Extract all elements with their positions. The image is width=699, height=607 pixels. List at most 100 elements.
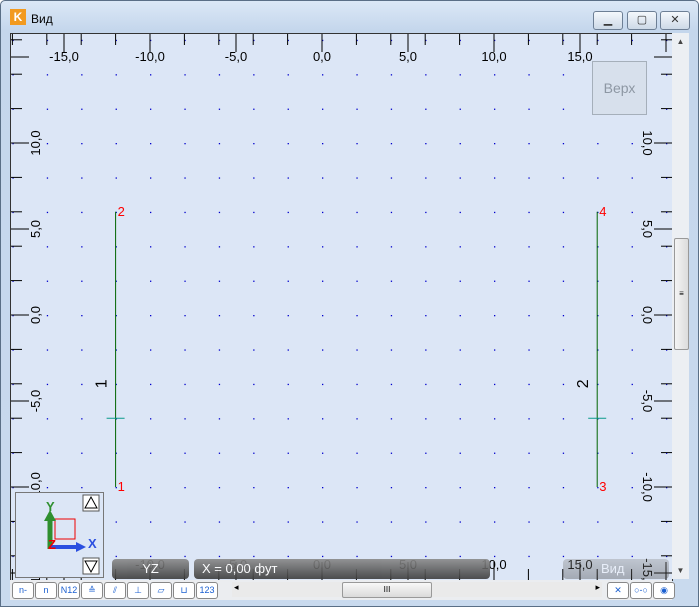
grid-dot bbox=[494, 315, 496, 317]
toolbar-button-1[interactable]: n bbox=[35, 582, 57, 599]
toolbar-button-2[interactable]: N12 bbox=[58, 582, 80, 599]
grid-dot bbox=[459, 521, 461, 523]
top-ruler-label: 15,0 bbox=[567, 49, 592, 64]
grid-dot bbox=[425, 143, 427, 145]
grid-dot bbox=[459, 211, 461, 214]
grid-dot bbox=[459, 280, 461, 282]
grid-dot bbox=[46, 177, 49, 179]
view-toggle-button-1[interactable]: ○-○ bbox=[630, 582, 652, 599]
grid-dot bbox=[46, 383, 49, 386]
grid-dot bbox=[356, 452, 358, 454]
top-ruler-label: 5,0 bbox=[399, 49, 417, 64]
grid-dot bbox=[287, 383, 289, 386]
minimize-button[interactable]: ▁ bbox=[593, 11, 623, 30]
grid-dot bbox=[253, 452, 255, 454]
grid-dot bbox=[597, 143, 599, 145]
grid-dot bbox=[390, 452, 393, 454]
grid-dot bbox=[528, 315, 530, 317]
grid-dot bbox=[322, 487, 324, 489]
vertical-scroll-thumb[interactable]: ≡ bbox=[674, 238, 689, 350]
grid-dot bbox=[528, 418, 530, 420]
rotate-up-button[interactable] bbox=[82, 494, 100, 512]
grid-dot bbox=[494, 177, 496, 179]
grid-dot bbox=[494, 211, 496, 214]
grid-dot bbox=[287, 418, 289, 420]
scroll-left-icon[interactable]: ◂ bbox=[234, 582, 239, 593]
toolbar-button-8[interactable]: 123 bbox=[196, 582, 218, 599]
scroll-down-icon[interactable]: ▼ bbox=[672, 566, 689, 575]
view-toggle-button-2[interactable]: ◉ bbox=[653, 582, 675, 599]
grid-dot bbox=[562, 246, 565, 248]
app-logo-icon: K bbox=[10, 9, 26, 25]
grid-dot bbox=[287, 177, 289, 179]
grid-dot bbox=[390, 246, 393, 248]
grid-dot bbox=[253, 383, 255, 386]
grid-dot bbox=[494, 74, 496, 76]
top-ruler-label: -5,0 bbox=[225, 49, 247, 64]
grid-dot bbox=[184, 177, 186, 179]
grid-dot bbox=[218, 418, 221, 420]
horizontal-scrollbar[interactable]: ◂ III ▸ bbox=[232, 582, 602, 598]
grid-dot bbox=[459, 177, 461, 179]
grid-dot bbox=[322, 315, 324, 317]
grid-dot bbox=[46, 487, 49, 489]
grid-dot bbox=[218, 280, 221, 282]
grid-dot bbox=[253, 349, 255, 351]
bottom-toolbar: n-n N12 ≙ ⫽ ⊥ ▱ ⊔ 123 ◂ III ▸ ✕ ○-○ ◉ bbox=[10, 580, 675, 600]
grid-dot bbox=[425, 74, 427, 76]
grid-dot bbox=[115, 143, 117, 145]
grid-dot bbox=[528, 211, 530, 214]
grid-dot bbox=[115, 555, 117, 558]
member-label: 1 bbox=[94, 379, 111, 388]
grid-dot bbox=[287, 143, 289, 145]
horizontal-scroll-thumb[interactable]: III bbox=[342, 582, 432, 598]
grid-dot bbox=[218, 315, 221, 317]
toolbar-button-3[interactable]: ≙ bbox=[81, 582, 103, 599]
drawing-canvas[interactable]: -15,0-15,0-10,0-10,0-5,0-5,00,00,05,05,0… bbox=[10, 33, 673, 581]
grid-dot bbox=[46, 418, 49, 420]
toolbar-button-5[interactable]: ⊥ bbox=[127, 582, 149, 599]
close-button[interactable]: ✕ bbox=[660, 11, 690, 30]
grid-dot bbox=[562, 521, 565, 523]
grid-dot bbox=[425, 349, 427, 351]
vertical-scrollbar[interactable]: ▲ ≡ ▼ bbox=[672, 33, 689, 579]
maximize-button[interactable]: ▢ bbox=[627, 11, 657, 30]
grid-dot bbox=[390, 108, 393, 110]
scroll-right-icon[interactable]: ▸ bbox=[595, 582, 600, 593]
scroll-up-icon[interactable]: ▲ bbox=[672, 37, 689, 46]
grid-dot bbox=[528, 74, 530, 76]
grid-dot bbox=[253, 143, 255, 145]
top-ruler-label: -15,0 bbox=[49, 49, 79, 64]
toolbar-button-4[interactable]: ⫽ bbox=[104, 582, 126, 599]
node-label: 1 bbox=[118, 479, 125, 494]
grid-dot bbox=[287, 452, 289, 454]
grid-dot bbox=[562, 487, 565, 489]
grid-dot bbox=[218, 74, 221, 76]
grid-dot bbox=[356, 418, 358, 420]
grid-dot bbox=[322, 211, 324, 214]
grid-dot bbox=[184, 315, 186, 317]
view-toggle-button-0[interactable]: ✕ bbox=[607, 582, 629, 599]
toolbar-button-7[interactable]: ⊔ bbox=[173, 582, 195, 599]
plane-label: YZ bbox=[112, 559, 189, 579]
toolbar-button-0[interactable]: n- bbox=[12, 582, 34, 599]
grid-dot bbox=[356, 74, 358, 76]
axis-gizmo: Y X Z bbox=[15, 492, 104, 578]
grid-dot bbox=[150, 383, 152, 386]
grid-dot bbox=[459, 555, 461, 558]
grid-dot bbox=[631, 280, 633, 282]
grid-dot bbox=[631, 246, 633, 248]
grid-dot bbox=[390, 280, 393, 282]
grid-dot bbox=[115, 177, 117, 179]
toolbar-button-6[interactable]: ▱ bbox=[150, 582, 172, 599]
grid-dot bbox=[184, 280, 186, 282]
grid-dot bbox=[597, 555, 599, 558]
grid-dot bbox=[184, 487, 186, 489]
grid-dot bbox=[459, 74, 461, 76]
rotate-down-button[interactable] bbox=[82, 557, 100, 575]
grid-dot bbox=[150, 143, 152, 145]
grid-dot bbox=[597, 521, 599, 523]
grid-dot bbox=[81, 315, 83, 317]
view-cube-top[interactable]: Верх bbox=[592, 61, 647, 115]
z-plane-icon bbox=[54, 518, 76, 540]
